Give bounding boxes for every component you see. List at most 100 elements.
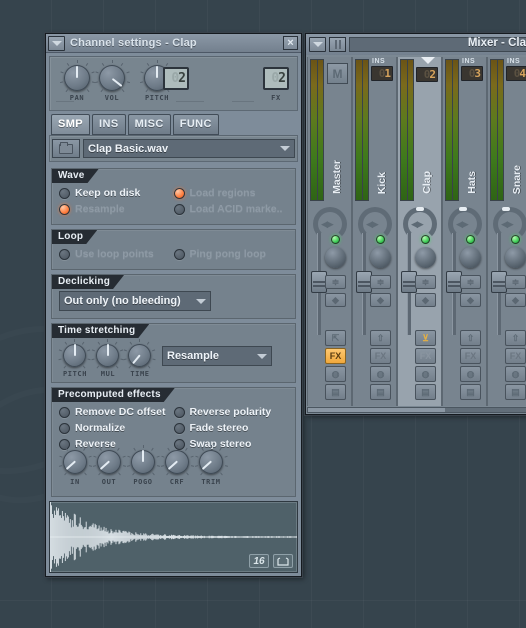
option-normalize[interactable]: Normalize xyxy=(59,420,174,436)
in-knob[interactable] xyxy=(58,445,92,476)
stereo-sep-icon[interactable]: ≑ xyxy=(460,275,481,289)
ts-pitch-knob[interactable] xyxy=(58,339,91,369)
option-reverse-polarity[interactable]: Reverse polarity xyxy=(173,404,289,420)
channel-tabs[interactable]: SMP INS MISC FUNC xyxy=(49,111,298,135)
channel-settings-titlebar[interactable]: Channel settings - Clap × xyxy=(46,34,301,53)
tab-misc[interactable]: MISC xyxy=(127,114,171,135)
option-load-regions[interactable]: Load regions xyxy=(173,185,289,201)
save-icon[interactable]: ▤ xyxy=(325,384,346,400)
scrollbar-thumb[interactable] xyxy=(308,408,445,412)
declicking-select[interactable]: Out only (no bleeding) xyxy=(59,291,211,311)
tab-func[interactable]: FUNC xyxy=(172,114,219,135)
clock-icon[interactable]: ◍ xyxy=(505,366,526,382)
crf-knob[interactable] xyxy=(160,445,194,476)
stereo-sep-icon[interactable]: ≑ xyxy=(370,275,391,289)
mixer-scrollbar[interactable] xyxy=(307,407,526,413)
option-swap-stereo[interactable]: Swap stereo xyxy=(173,436,289,452)
pan-control[interactable]: ◀▶ xyxy=(443,203,486,241)
ts-mul-knob[interactable] xyxy=(91,339,124,369)
pan-control[interactable]: ◀▶ xyxy=(488,203,526,241)
clock-icon[interactable]: ◍ xyxy=(460,366,481,382)
save-icon[interactable]: ▤ xyxy=(370,384,391,400)
close-button[interactable]: × xyxy=(283,36,298,50)
clock-icon[interactable]: ◍ xyxy=(370,366,391,382)
pogo-knob[interactable] xyxy=(126,445,160,476)
stereo-sep-icon[interactable]: ≑ xyxy=(415,275,436,289)
enable-led-icon[interactable] xyxy=(331,235,340,244)
channel-menu-button[interactable] xyxy=(48,35,65,51)
option-ping-pong-loop[interactable]: Ping pong loop xyxy=(173,246,289,262)
sample-file-field[interactable]: Clap Basic.wav xyxy=(83,139,295,158)
fx-button[interactable]: FX xyxy=(370,348,391,364)
mixer-strip-hats[interactable]: INS 03 Hats ◀▶ ≑ ◆ ⇧ FX ◍ ▤ xyxy=(442,57,487,406)
option-use-loop-points[interactable]: Use loop points xyxy=(59,246,174,262)
option-resample[interactable]: Resample xyxy=(59,201,174,217)
waveform-zoom-badge[interactable]: 16 xyxy=(249,554,269,568)
stereo-sep-icon[interactable]: ≑ xyxy=(505,275,526,289)
mixer-strip-kick[interactable]: INS 01 Kick ◀▶ ≑ ◆ ⇧ FX ◍ ▤ xyxy=(352,57,397,406)
tab-ins[interactable]: INS xyxy=(92,114,126,135)
mixer-strip-snare[interactable]: INS 04 Snare ◀▶ ≑ ◆ ⇧ FX ◍ ▤ xyxy=(487,57,526,406)
route-icon[interactable]: ⇧ xyxy=(505,330,526,346)
mute-icon[interactable]: M xyxy=(327,63,348,84)
pitch-value-display[interactable]: 02 xyxy=(163,67,189,90)
enable-led-icon[interactable] xyxy=(511,235,520,244)
fx-button[interactable]: FX xyxy=(460,348,481,364)
clock-icon[interactable]: ◍ xyxy=(325,366,346,382)
loop-region-icon[interactable] xyxy=(273,554,293,568)
waveform-display[interactable]: 16 xyxy=(49,501,298,573)
route-icon[interactable]: ⇧ xyxy=(370,330,391,346)
tab-smp[interactable]: SMP xyxy=(51,114,91,135)
link-icon[interactable]: ◆ xyxy=(325,293,346,307)
ts-time-knob[interactable] xyxy=(123,339,156,369)
insert-number-display[interactable]: 01 xyxy=(371,66,393,81)
save-icon[interactable]: ▤ xyxy=(415,384,436,400)
fx-track-display[interactable]: 02 xyxy=(263,67,289,90)
trim-knob[interactable] xyxy=(194,445,228,476)
enable-led-icon[interactable] xyxy=(376,235,385,244)
insert-number-display[interactable]: 02 xyxy=(416,67,438,82)
save-icon[interactable]: ▤ xyxy=(505,384,526,400)
grip-handle-icon[interactable] xyxy=(329,37,346,52)
enable-led-icon[interactable] xyxy=(466,235,475,244)
pan-control[interactable]: ◀▶ xyxy=(398,203,441,241)
pan-control[interactable]: ◀▶ xyxy=(308,203,351,241)
route-icon[interactable]: ⊻ xyxy=(415,330,436,346)
option-keep-on-disk[interactable]: Keep on disk xyxy=(59,185,174,201)
option-load-acid-markers[interactable]: Load ACID marke.. xyxy=(173,201,289,217)
link-icon[interactable]: ◆ xyxy=(505,293,526,307)
vol-knob[interactable] xyxy=(94,60,130,93)
stereo-separation-knob[interactable] xyxy=(460,247,481,268)
insert-number-display[interactable]: 03 xyxy=(461,66,483,81)
route-icon[interactable]: ⇧ xyxy=(460,330,481,346)
stereo-separation-knob[interactable] xyxy=(505,247,526,268)
stereo-sep-icon[interactable]: ≑ xyxy=(325,275,346,289)
option-fade-stereo[interactable]: Fade stereo xyxy=(173,420,289,436)
mixer-window[interactable]: Mixer - Clap M Master xyxy=(305,33,526,415)
fx-button[interactable]: FX xyxy=(415,348,436,364)
insert-number-display[interactable]: 04 xyxy=(506,66,526,81)
link-icon[interactable]: ◆ xyxy=(415,293,436,307)
pan-knob[interactable] xyxy=(59,60,95,93)
mixer-strip-master[interactable]: M Master ◀▶ ≑ ◆ ⇱ FX ◍ ▤ xyxy=(307,57,352,406)
channel-settings-window[interactable]: Channel settings - Clap × PAN VOL PITCH … xyxy=(45,33,302,577)
pan-control[interactable]: ◀▶ xyxy=(353,203,396,241)
fx-button[interactable]: FX xyxy=(505,348,526,364)
browse-sample-button[interactable] xyxy=(52,139,80,158)
mixer-menu-button[interactable] xyxy=(309,37,326,52)
time-stretch-mode-select[interactable]: Resample xyxy=(162,346,272,366)
clock-icon[interactable]: ◍ xyxy=(415,366,436,382)
enable-led-icon[interactable] xyxy=(421,235,430,244)
mixer-strip-clap[interactable]: 02 Clap ◀▶ ≑ ◆ ⊻ FX ◍ ▤ xyxy=(397,57,442,406)
stereo-separation-knob[interactable] xyxy=(325,247,346,268)
mixer-titlebar[interactable]: Mixer - Clap xyxy=(306,34,526,55)
link-icon[interactable]: ◆ xyxy=(370,293,391,307)
stereo-separation-knob[interactable] xyxy=(370,247,391,268)
out-knob[interactable] xyxy=(92,445,126,476)
link-icon[interactable]: ◆ xyxy=(460,293,481,307)
fx-button[interactable]: FX xyxy=(325,348,346,364)
stereo-separation-knob[interactable] xyxy=(415,247,436,268)
save-icon[interactable]: ▤ xyxy=(460,384,481,400)
route-icon[interactable]: ⇱ xyxy=(325,330,346,346)
option-remove-dc-offset[interactable]: Remove DC offset xyxy=(59,404,174,420)
